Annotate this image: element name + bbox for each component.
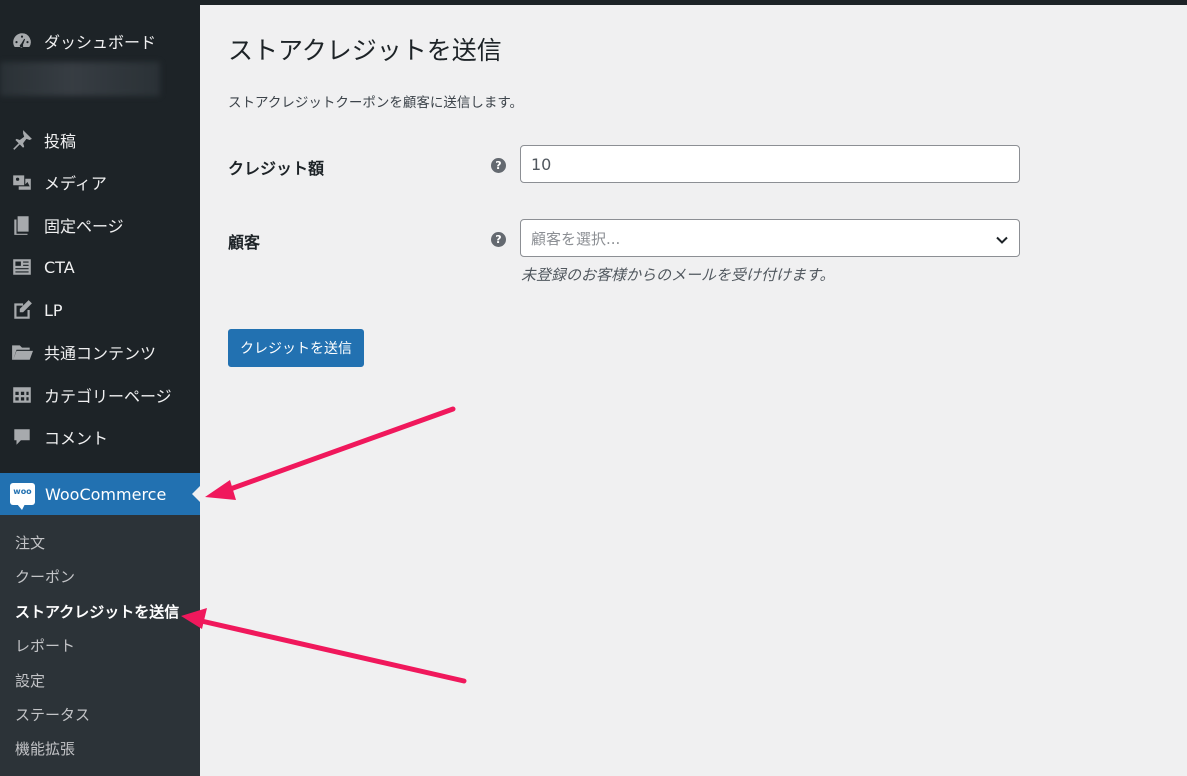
sidebar-item-media[interactable]: メディア xyxy=(0,164,200,200)
sidebar-item-label: CTA xyxy=(44,257,75,277)
sidebar-item-label: ダッシュボード xyxy=(44,33,157,52)
page-title: ストアクレジットを送信 xyxy=(228,36,502,65)
sidebar-item-common-content[interactable]: 共通コンテンツ xyxy=(0,334,200,370)
credit-amount-input[interactable]: 10 xyxy=(520,145,1020,183)
sidebar-item-comments[interactable]: コメント xyxy=(0,419,200,455)
comment-icon xyxy=(10,426,34,448)
chevron-down-icon xyxy=(995,232,1009,246)
submenu-item-settings[interactable]: 設定 xyxy=(15,670,45,691)
pages-icon xyxy=(10,214,34,236)
table-icon xyxy=(10,384,34,406)
customer-select[interactable]: 顧客を選択... xyxy=(520,219,1020,257)
sidebar-item-dashboard[interactable]: ダッシュボード xyxy=(0,23,200,59)
sidebar-item-label: メディア xyxy=(44,174,107,193)
cta-icon xyxy=(10,256,34,278)
media-icon xyxy=(10,171,34,193)
submenu-item-extensions[interactable]: 機能拡張 xyxy=(15,738,75,759)
pin-icon xyxy=(10,129,34,151)
sidebar-item-posts[interactable]: 投稿 xyxy=(0,122,200,158)
submenu-item-orders[interactable]: 注文 xyxy=(15,532,45,553)
sidebar-item-category-pages[interactable]: カテゴリーページ xyxy=(0,377,200,413)
edit-icon xyxy=(10,299,34,321)
submenu-item-coupons[interactable]: クーポン xyxy=(15,566,75,587)
sidebar-item-label: 投稿 xyxy=(44,132,77,151)
current-menu-notch xyxy=(192,486,200,502)
woocommerce-submenu: 注文 クーポン ストアクレジットを送信 レポート 設定 ステータス 機能拡張 xyxy=(0,515,200,776)
woocommerce-logo-icon: woo xyxy=(10,483,35,510)
help-icon[interactable]: ? xyxy=(491,158,506,173)
blurred-menu-item xyxy=(0,62,160,96)
customer-select-placeholder: 顧客を選択... xyxy=(531,229,621,248)
sidebar-item-label: カテゴリーページ xyxy=(44,387,172,406)
submenu-item-send-store-credit[interactable]: ストアクレジットを送信 xyxy=(15,601,179,622)
send-credit-button[interactable]: クレジットを送信 xyxy=(228,329,364,367)
sidebar-item-label: 固定ページ xyxy=(44,217,124,236)
folder-icon xyxy=(10,341,34,363)
sidebar-item-label: コメント xyxy=(44,429,109,448)
sidebar-item-woocommerce[interactable]: woo WooCommerce xyxy=(0,473,200,515)
customer-label: 顧客 xyxy=(228,233,261,252)
submenu-item-status[interactable]: ステータス xyxy=(15,704,90,725)
annotation-arrow-send-store-credit xyxy=(181,608,467,684)
sidebar-item-pages[interactable]: 固定ページ xyxy=(0,207,200,243)
admin-sidebar: ダッシュボード 投稿 メディア 固定ページ CTA LP 共通コンテンツ カテゴ… xyxy=(0,0,200,776)
customer-hint: 未登録のお客様からのメールを受け付けます。 xyxy=(521,266,835,284)
page-description: ストアクレジットクーポンを顧客に送信します。 xyxy=(228,95,523,111)
credit-amount-label: クレジット額 xyxy=(228,159,325,178)
help-icon[interactable]: ? xyxy=(491,232,506,247)
sidebar-item-lp[interactable]: LP xyxy=(0,292,200,328)
annotation-arrow-woocommerce xyxy=(205,406,456,500)
sidebar-item-cta[interactable]: CTA xyxy=(0,249,200,285)
sidebar-item-label: 共通コンテンツ xyxy=(44,344,157,363)
dashboard-icon xyxy=(10,30,34,52)
submenu-item-reports[interactable]: レポート xyxy=(15,635,75,656)
sidebar-item-label: LP xyxy=(44,300,63,320)
sidebar-item-label: WooCommerce xyxy=(45,484,167,504)
